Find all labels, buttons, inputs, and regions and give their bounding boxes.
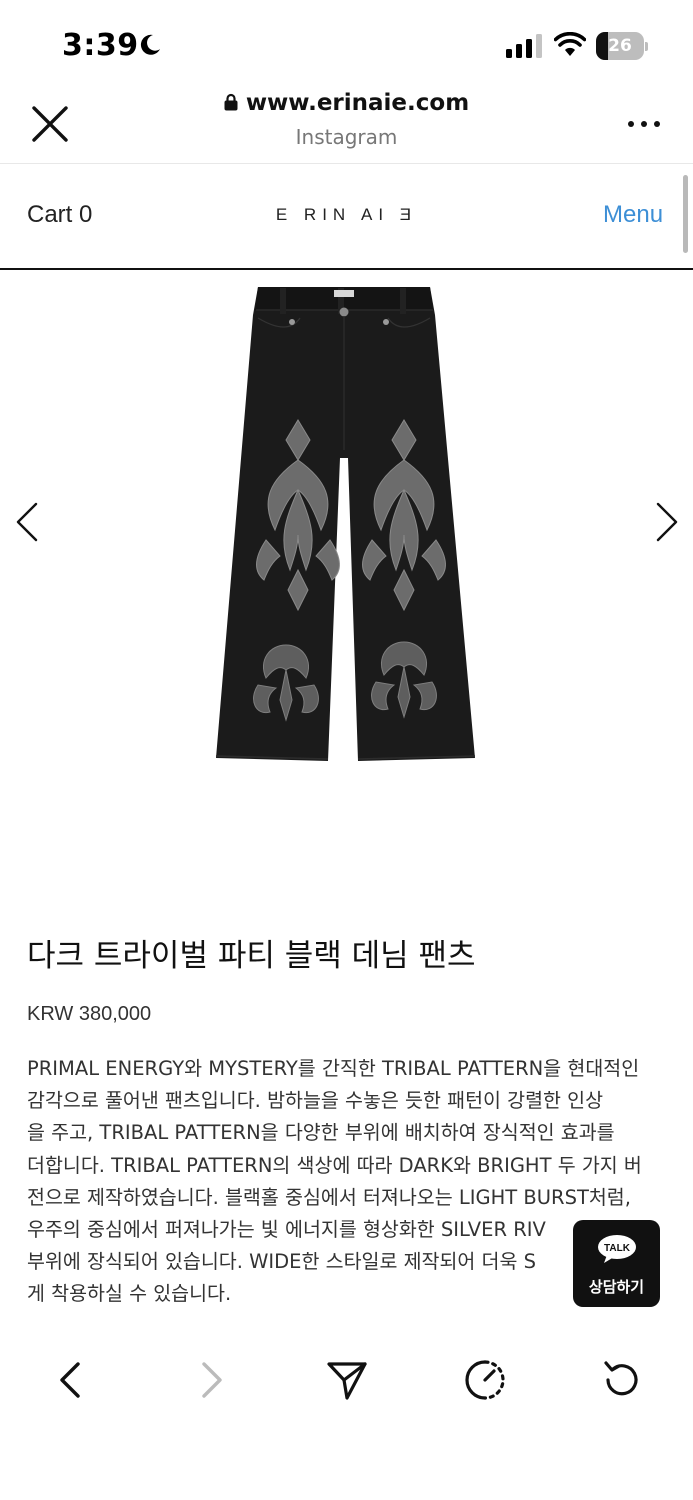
browser-header: www.erinaie.com Instagram: [0, 80, 693, 164]
carousel-next-icon[interactable]: [652, 500, 682, 544]
chat-bubble-icon: TALK: [598, 1235, 636, 1263]
battery-body: 26: [596, 32, 644, 60]
scrollbar[interactable]: [683, 175, 688, 253]
product-description: PRIMAL ENERGY와 MYSTERY를 간직한 TRIBAL PATTE…: [27, 1053, 667, 1311]
moon-icon: [140, 34, 160, 55]
more-icon[interactable]: [626, 118, 662, 130]
site-nav: Cart 0 E RIN AI Ǝ Menu: [0, 165, 693, 270]
wifi-icon: [554, 32, 586, 56]
speed-icon[interactable]: [463, 1358, 507, 1402]
talk-badge: TALK: [604, 1243, 631, 1254]
send-icon[interactable]: [325, 1358, 369, 1402]
description-line: 게 착용하실 수 있습니다.: [27, 1282, 232, 1306]
battery-tip: [645, 42, 648, 51]
product-image[interactable]: [200, 280, 490, 768]
menu-link[interactable]: Menu: [603, 201, 663, 229]
cellular-signal-icon: [506, 34, 542, 58]
chevron-left-icon[interactable]: [50, 1358, 94, 1402]
description-line: PRIMAL ENERGY와 MYSTERY를 간직한 TRIBAL PATTE…: [27, 1057, 640, 1080]
product-title: 다크 트라이벌 파티 블랙 데님 팬츠: [27, 938, 476, 974]
description-line: 감각으로 풀어낸 팬츠입니다. 밤하늘을 수놓은 듯한 패턴이 강렬한 인상: [27, 1089, 604, 1113]
battery-indicator: 26: [596, 32, 648, 60]
chevron-right-icon[interactable]: [188, 1358, 232, 1402]
talk-label: 상담하기: [588, 1278, 645, 1296]
description-line: 더합니다. TRIBAL PATTERN의 색상에 따라 DARK와 BRIGH…: [27, 1153, 642, 1177]
description-line: 전으로 제작하였습니다. 블랙홀 중심에서 터져나오는 LIGHT BURST처…: [27, 1185, 631, 1209]
browser-toolbar: [0, 1330, 693, 1430]
description-line: 을 주고, TRIBAL PATTERN을 다양한 부위에 배치하여 장식적인 …: [27, 1121, 615, 1145]
url-text: www.erinaie.com: [245, 90, 470, 116]
description-line: 우주의 중심에서 퍼져나가는 빛 에너지를 형상화한 SILVER RIV: [27, 1218, 546, 1242]
kakao-talk-button[interactable]: TALK 상담하기: [573, 1220, 660, 1307]
carousel-prev-icon[interactable]: [12, 500, 42, 544]
battery-level: 26: [608, 36, 632, 56]
product-price: KRW 380,000: [27, 1003, 152, 1025]
status-time: 3:39: [62, 28, 139, 63]
url-source: Instagram: [295, 125, 398, 149]
description-line: 부위에 장식되어 있습니다. WIDE한 스타일로 제작되어 더욱 S: [27, 1250, 537, 1274]
url-display[interactable]: www.erinaie.com: [0, 90, 693, 116]
lock-icon: [224, 93, 238, 111]
reload-icon[interactable]: [600, 1358, 644, 1402]
status-bar: 3:39 26: [0, 0, 693, 90]
site-logo[interactable]: E RIN AI Ǝ: [0, 205, 693, 225]
